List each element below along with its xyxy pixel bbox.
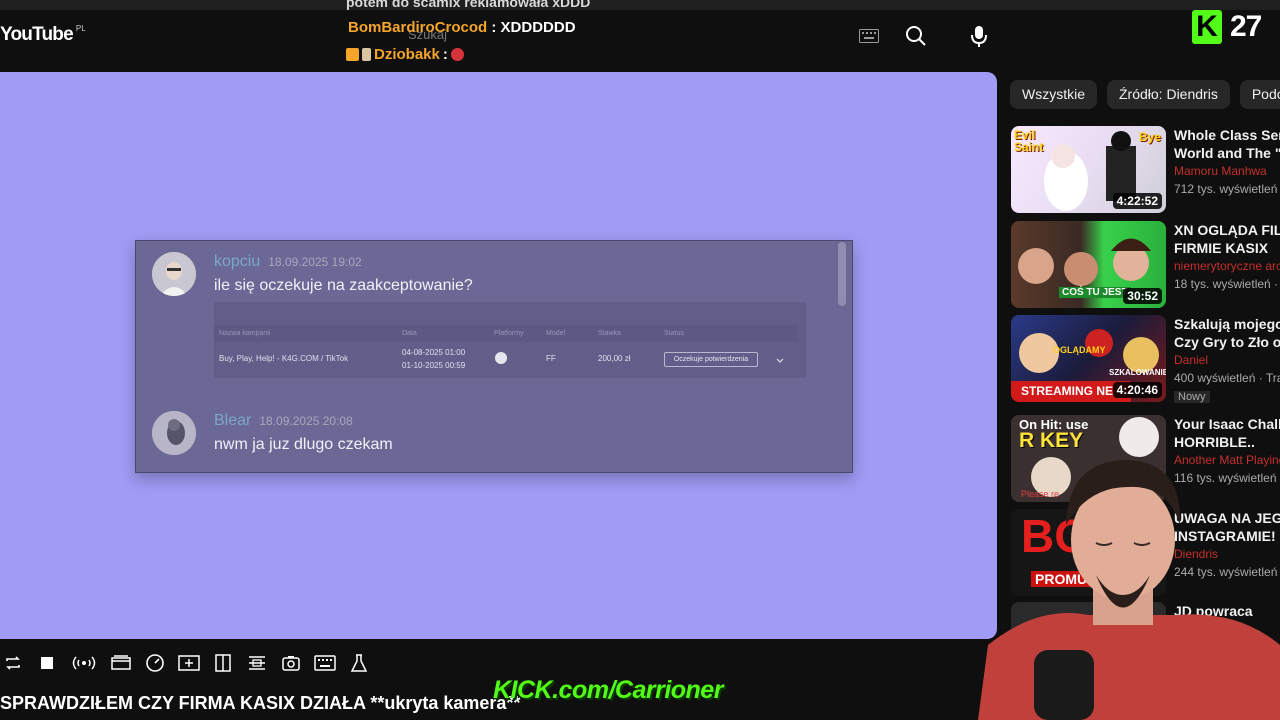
webcam-overlay: [978, 455, 1280, 720]
chat-username: BomBardiroCrocod: [348, 19, 488, 36]
thumb-text: COŚ TU JEST: [1059, 287, 1131, 298]
recommendation-item[interactable]: Evil Saint Bye 4:22:52 Whole Class Sent …: [1011, 126, 1280, 214]
video-thumbnail[interactable]: OGLĄDAMY SZKALOWANIE STREAMING NE 4:20:4…: [1011, 315, 1166, 402]
lab-flask-icon[interactable]: [348, 652, 370, 674]
discord-message-text: nwm ja juz dlugo czekam: [214, 436, 393, 453]
video-thumbnail[interactable]: Evil Saint Bye 4:22:52: [1011, 126, 1166, 213]
table-cell: 200,00 zł: [598, 354, 631, 363]
table-cell: 01-10-2025 00:59: [402, 361, 466, 370]
screenshot-icon[interactable]: [280, 652, 302, 674]
status-badge: Oczekuje potwierdzenia: [664, 352, 758, 367]
youtube-logo[interactable]: YouTube PL: [0, 24, 86, 46]
chat-username: Dziobakk: [374, 46, 440, 63]
discord-timestamp: 18.09.2025 19:02: [268, 255, 362, 269]
keyboard-icon[interactable]: [314, 652, 336, 674]
microphone-icon[interactable]: [962, 18, 998, 54]
logo-text: YouTube: [0, 24, 74, 45]
thumb-text: OGLĄDAMY: [1053, 345, 1106, 355]
thumb-text: SZKALOWANIE: [1109, 368, 1166, 377]
discord-message-header: kopciu 18.09.2025 19:02: [214, 253, 362, 271]
emote-icon: [450, 48, 464, 61]
video-title[interactable]: Szkalują mojego CCzy Gry to Zło oraz: [1174, 315, 1280, 351]
chat-message-partial: potem do scamix reklamowała xDDD: [346, 0, 591, 10]
avatar: [152, 411, 196, 455]
add-clip-icon[interactable]: [178, 652, 200, 674]
chat-message: BomBardiroCrocod : XDDDDDD: [348, 19, 576, 36]
chip-source[interactable]: Źródło: Diendris: [1107, 80, 1230, 109]
table-cell: FF: [546, 354, 556, 363]
chip-all[interactable]: Wszystkie: [1010, 80, 1097, 109]
recommendation-item[interactable]: COŚ TU JEST 30:52 XN OGLĄDA FILMFIRMIE K…: [1011, 221, 1280, 309]
player-controls: [0, 648, 370, 678]
table-header: Stawka: [598, 330, 621, 337]
layout-icon[interactable]: [246, 652, 268, 674]
playlist-icon[interactable]: [110, 652, 132, 674]
badge-icon: [346, 48, 359, 61]
table-header: Platformy: [494, 330, 524, 337]
chat-message: Dziobakk :: [346, 46, 464, 63]
scrollbar: [838, 242, 846, 306]
chevron-down-icon: [775, 352, 785, 370]
table-header: Nazwa kampanii: [219, 330, 271, 337]
kick-viewer-badge: K 27: [1192, 10, 1262, 44]
table-cell: 04-08-2025 01:00: [402, 348, 466, 357]
duration: 4:22:52: [1112, 193, 1162, 209]
discord-username: Blear: [214, 412, 252, 429]
thumb-text: Evil Saint: [1014, 128, 1044, 154]
table-header: Model: [546, 330, 566, 337]
table-header: Data: [402, 330, 417, 337]
kick-logo-icon: K: [1192, 10, 1222, 44]
discord-timestamp: 18.09.2025 20:08: [259, 414, 353, 428]
chip-related[interactable]: Podobne: [1239, 80, 1280, 109]
tiktok-icon: [495, 352, 507, 364]
video-title[interactable]: XN OGLĄDA FILMFIRMIE KASIX: [1174, 221, 1280, 257]
chat-text: : XDDDDDD: [491, 19, 576, 36]
discord-message-header: Blear 18.09.2025 20:08: [214, 412, 353, 430]
table-header: Status: [664, 330, 684, 337]
thumb-text: R KEY: [1019, 429, 1084, 452]
avatar: [152, 252, 196, 296]
duration: 30:52: [1123, 288, 1162, 304]
duration: 4:20:46: [1112, 382, 1162, 398]
speed-icon[interactable]: [144, 652, 166, 674]
recommendation-item[interactable]: OGLĄDAMY SZKALOWANIE STREAMING NE 4:20:4…: [1011, 315, 1280, 403]
video-thumbnail[interactable]: COŚ TU JEST 30:52: [1011, 221, 1166, 308]
split-view-icon[interactable]: [212, 652, 234, 674]
keyboard-icon[interactable]: [859, 29, 879, 48]
video-title[interactable]: Whole Class Sent TWorld and The "Los: [1174, 126, 1280, 162]
badge-icon: [362, 48, 371, 61]
top-bar: [0, 0, 1280, 72]
search-icon[interactable]: [898, 18, 934, 54]
country-code: PL: [75, 23, 86, 33]
thumb-text: Bye: [1139, 130, 1162, 144]
stop-icon[interactable]: [36, 652, 58, 674]
new-badge: Nowy: [1174, 391, 1210, 403]
video-meta: 400 wyświetleń · Tran: [1174, 371, 1280, 385]
stream-caption: SPRAWDZIŁEM CZY FIRMA KASIX DZIAŁA **ukr…: [0, 693, 521, 713]
channel-name[interactable]: Daniel: [1174, 353, 1208, 367]
video-meta: 712 tys. wyświetleń · 1: [1174, 182, 1280, 196]
viewer-count: 27: [1230, 10, 1262, 43]
chat-text: :: [442, 46, 448, 63]
channel-name[interactable]: niemerytoryczne archi: [1174, 259, 1280, 273]
discord-username: kopciu: [214, 253, 261, 270]
live-stream-icon[interactable]: [70, 652, 98, 674]
video-meta: 18 tys. wyświetleń · 1: [1174, 277, 1280, 291]
video-title[interactable]: Your Isaac ChallenHORRIBLE..: [1174, 415, 1280, 451]
table-cell: Buy, Play, Help! - K4G.COM / TikTok: [219, 354, 349, 363]
kick-channel-url: KICK.com/Carrioner: [493, 676, 723, 704]
discord-message-text: ile się oczekuje na zaakceptowanie?: [214, 277, 473, 294]
channel-name[interactable]: Mamoru Manhwa: [1174, 164, 1267, 178]
filter-chips: Wszystkie Źródło: Diendris Podobne: [1010, 80, 1280, 109]
top-strip: [0, 0, 1280, 10]
loop-icon[interactable]: [2, 652, 24, 674]
